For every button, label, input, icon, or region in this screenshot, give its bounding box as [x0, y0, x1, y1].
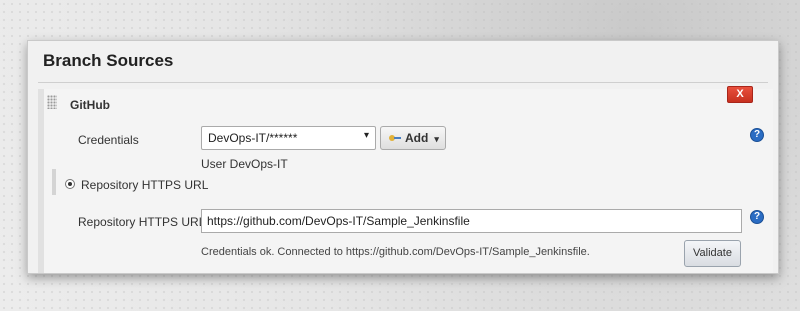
chevron-down-icon: ▾ [363, 130, 369, 141]
credentials-selected-value: DevOps-IT/****** [208, 131, 298, 145]
validate-button[interactable]: Validate [684, 240, 741, 267]
drag-handle-icon[interactable] [47, 95, 57, 109]
repository-https-url-radio[interactable] [65, 179, 75, 189]
credentials-label: Credentials [78, 133, 139, 147]
repository-url-label: Repository HTTPS URL [78, 215, 206, 229]
credentials-select[interactable]: DevOps-IT/****** ▾ [201, 126, 376, 150]
credentials-help-icon[interactable]: ? [750, 128, 764, 142]
credentials-description: User DevOps-IT [201, 157, 288, 171]
repository-url-help-icon[interactable]: ? [750, 210, 764, 224]
section-title: Branch Sources [43, 51, 174, 70]
section-divider [38, 82, 768, 83]
add-button-label: Add [405, 131, 429, 145]
radio-group-bar [52, 169, 56, 195]
repository-url-input[interactable]: https://github.com/DevOps-IT/Sample_Jenk… [201, 209, 742, 233]
delete-source-button[interactable]: X [727, 86, 753, 103]
validation-status: Credentials ok. Connected to https://git… [201, 246, 590, 258]
source-name: GitHub [70, 98, 110, 112]
key-icon [389, 134, 401, 142]
repository-https-url-radio-label[interactable]: Repository HTTPS URL [81, 178, 208, 192]
branch-sources-panel: Branch Sources GitHub X Credentials DevO… [27, 40, 779, 274]
add-credentials-button[interactable]: Add ▾ [380, 126, 446, 150]
chevron-down-icon: ▾ [434, 134, 439, 144]
